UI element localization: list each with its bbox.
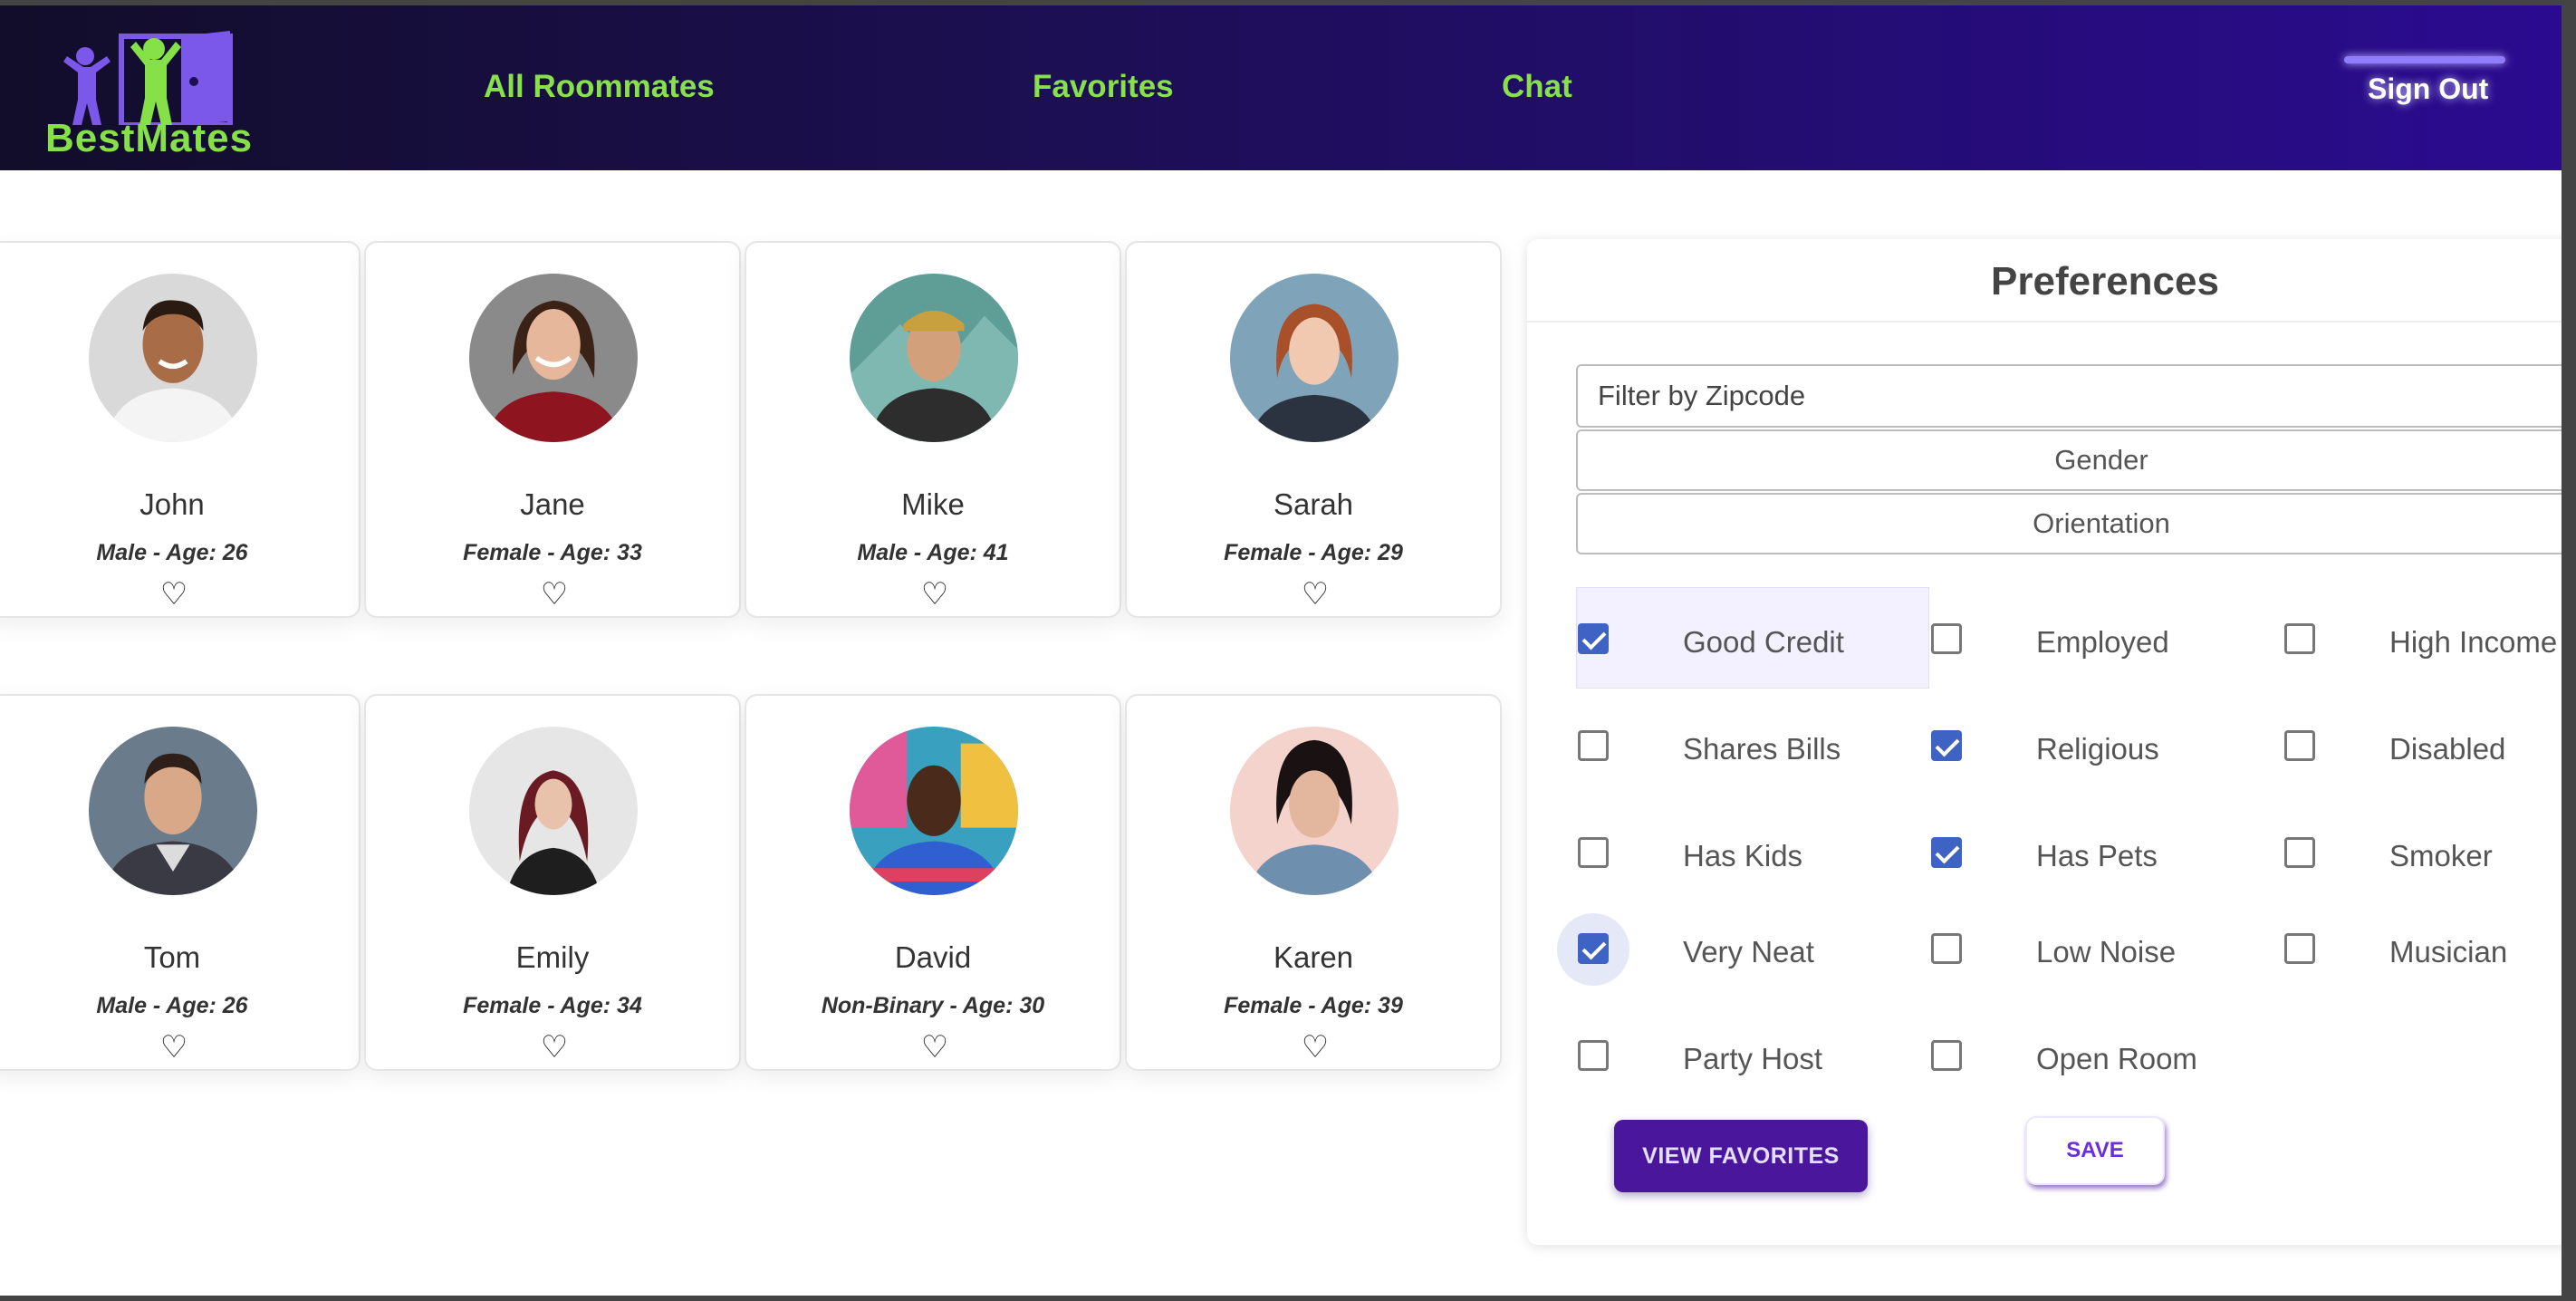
sign-out-button[interactable]: Sign Out [2368, 72, 2488, 106]
checkbox-good-credit[interactable] [1578, 623, 1609, 654]
label-employed: Employed [2036, 625, 2169, 659]
checkbox-low-noise[interactable] [1931, 933, 1962, 964]
bestmates-logo[interactable]: BestMates [45, 25, 263, 161]
checkbox-shares-bills[interactable] [1578, 730, 1609, 761]
avatar [850, 727, 1018, 895]
preferences-title: Preferences [1991, 259, 2219, 304]
favorite-heart-icon[interactable]: ♡ [147, 578, 201, 611]
label-party-host: Party Host [1683, 1042, 1823, 1075]
preferences-panel: Preferences Gender Orientation Good Cred… [1527, 239, 2562, 1245]
profile-photo [850, 727, 1018, 895]
checkbox-party-host[interactable] [1578, 1040, 1609, 1071]
checkbox-employed[interactable] [1931, 623, 1962, 654]
label-low-noise: Low Noise [2036, 935, 2177, 969]
avatar [1230, 274, 1399, 442]
roommate-card[interactable]: Mike Male - Age: 41 ♡ [745, 241, 1121, 618]
roommate-card[interactable]: Karen Female - Age: 39 ♡ [1125, 694, 1502, 1071]
orientation-select[interactable]: Orientation [1576, 493, 2562, 554]
label-very-neat: Very Neat [1683, 935, 1814, 969]
favorite-heart-icon[interactable]: ♡ [527, 1031, 582, 1064]
avatar [469, 727, 638, 895]
favorite-heart-icon[interactable]: ♡ [908, 578, 962, 611]
roommate-name: Tom [143, 940, 201, 974]
label-high-income: High Income [2389, 625, 2558, 659]
roommate-card[interactable]: John Male - Age: 26 ♡ [0, 241, 360, 618]
checkbox-religious[interactable] [1931, 730, 1962, 761]
label-has-kids: Has Kids [1683, 839, 1803, 872]
label-disabled: Disabled [2389, 732, 2506, 766]
roommate-card[interactable]: Tom Male - Age: 26 ♡ [0, 694, 360, 1071]
checkbox-has-pets[interactable] [1931, 837, 1962, 868]
roommate-info: Female - Age: 39 [1224, 993, 1403, 1018]
checkbox-has-kids[interactable] [1578, 837, 1609, 868]
save-button[interactable]: SAVE [2025, 1116, 2165, 1185]
nav-favorites[interactable]: Favorites [1033, 69, 1174, 105]
roommate-name: Sarah [1273, 487, 1354, 521]
avatar [850, 274, 1018, 442]
top-nav-bar: BestMates All Roommates Favorites Chat S… [0, 5, 2562, 170]
roommate-info: Male - Age: 26 [96, 540, 248, 565]
roommate-card[interactable]: David Non-Binary - Age: 30 ♡ [745, 694, 1121, 1071]
avatar [469, 274, 638, 442]
roommate-card[interactable]: Sarah Female - Age: 29 ♡ [1125, 241, 1502, 618]
profile-photo [89, 727, 257, 895]
roommate-info: Male - Age: 26 [96, 993, 248, 1018]
avatar [1230, 727, 1399, 895]
favorite-heart-icon[interactable]: ♡ [1288, 1031, 1342, 1064]
gender-select[interactable]: Gender [1576, 429, 2562, 491]
label-musician: Musician [2389, 935, 2508, 969]
roommate-name: John [139, 487, 205, 521]
avatar [89, 274, 257, 442]
roommate-name: Karen [1273, 940, 1354, 974]
roommate-name: Emily [515, 940, 590, 974]
roommate-info: Female - Age: 34 [463, 993, 642, 1018]
nav-all-roommates[interactable]: All Roommates [484, 69, 715, 105]
checkbox-smoker[interactable] [2284, 837, 2315, 868]
label-smoker: Smoker [2389, 839, 2493, 872]
profile-photo [89, 274, 257, 442]
label-open-room: Open Room [2036, 1042, 2197, 1075]
label-good-credit: Good Credit [1683, 625, 1844, 659]
roommate-info: Male - Age: 41 [857, 540, 1009, 565]
profile-photo [1230, 727, 1399, 895]
avatar [89, 727, 257, 895]
favorite-heart-icon[interactable]: ♡ [908, 1031, 962, 1064]
checkbox-very-neat[interactable] [1578, 933, 1609, 964]
label-has-pets: Has Pets [2036, 839, 2158, 872]
profile-photo [1230, 274, 1399, 442]
favorite-heart-icon[interactable]: ♡ [147, 1031, 201, 1064]
profile-photo [469, 727, 638, 895]
brand-name: BestMates [45, 116, 254, 160]
checkbox-high-income[interactable] [2284, 623, 2315, 654]
checkbox-musician[interactable] [2284, 933, 2315, 964]
app-window: BestMates All Roommates Favorites Chat S… [0, 5, 2562, 1296]
roommate-info: Female - Age: 33 [463, 540, 642, 565]
divider [1527, 321, 2562, 323]
roommate-name: Jane [520, 487, 585, 521]
zipcode-filter-input[interactable] [1576, 364, 2562, 428]
profile-photo [850, 274, 1018, 442]
favorite-heart-icon[interactable]: ♡ [1288, 578, 1342, 611]
roommate-card[interactable]: Jane Female - Age: 33 ♡ [364, 241, 741, 618]
profile-photo [469, 274, 638, 442]
view-favorites-button[interactable]: VIEW FAVORITES [1614, 1120, 1868, 1192]
label-shares-bills: Shares Bills [1683, 732, 1841, 766]
sign-out-indicator [2344, 56, 2505, 63]
roommate-info: Non-Binary - Age: 30 [821, 993, 1045, 1018]
label-religious: Religious [2036, 732, 2159, 766]
checkbox-open-room[interactable] [1931, 1040, 1962, 1071]
roommate-name: David [894, 940, 972, 974]
checkbox-disabled[interactable] [2284, 730, 2315, 761]
nav-chat[interactable]: Chat [1502, 69, 1572, 105]
roommate-card[interactable]: Emily Female - Age: 34 ♡ [364, 694, 741, 1071]
favorite-heart-icon[interactable]: ♡ [527, 578, 582, 611]
roommate-info: Female - Age: 29 [1224, 540, 1403, 565]
roommates-door-icon [63, 31, 233, 128]
roommate-name: Mike [901, 487, 965, 521]
